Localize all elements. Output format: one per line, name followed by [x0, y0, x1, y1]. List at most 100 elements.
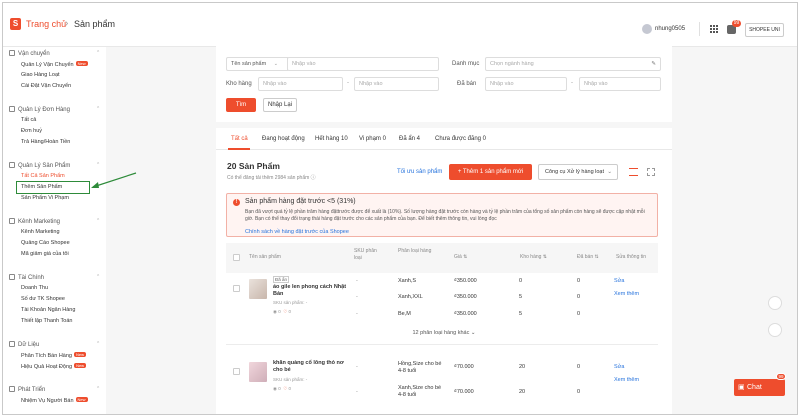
view-more-link[interactable]: Xem thêm	[614, 377, 639, 383]
info-icon: ⓘ	[310, 175, 316, 181]
stock-min-input[interactable]: Nhập vào	[258, 77, 343, 91]
category-label: Danh mục	[452, 61, 480, 67]
category-select[interactable]: Chọn ngành hàng ✎	[485, 57, 661, 71]
edit-link[interactable]: Sửa	[614, 278, 624, 284]
tab-out-of-stock[interactable]: Hết hàng 10	[315, 136, 348, 142]
sidebar-item-bulk-shipping[interactable]: Giao Hàng Loạt	[21, 72, 60, 78]
tab-active[interactable]: Đang hoạt động	[262, 136, 305, 142]
product-name-input[interactable]: Nhập vào	[287, 57, 439, 71]
row-checkbox[interactable]	[233, 368, 240, 375]
add-product-button[interactable]: + Thêm 1 sản phẩm mới	[449, 164, 532, 180]
sidebar-section-products[interactable]: Quản Lý Sản Phẩm ⌃	[9, 162, 100, 169]
notification-badge: 99	[732, 20, 741, 27]
avatar[interactable]	[642, 24, 652, 34]
growth-icon	[9, 386, 15, 392]
apps-grid-icon[interactable]	[710, 25, 718, 33]
sidebar-item-cancelled[interactable]: Đơn huỷ	[21, 128, 42, 134]
tab-all[interactable]: Tất cả	[231, 136, 248, 142]
chevron-up-icon: ⌃	[96, 274, 101, 280]
more-variants-toggle[interactable]: 12 phân loại hàng khác ⌄	[216, 330, 672, 336]
variant-stock: 20	[519, 389, 526, 395]
range-dash: -	[347, 80, 349, 86]
sidebar-item-all-orders[interactable]: Tất cả	[21, 117, 36, 123]
sidebar-item-revenue[interactable]: Doanh Thu	[21, 285, 48, 291]
shopee-logo-icon[interactable]: S	[10, 18, 21, 30]
sidebar-item-marketing[interactable]: Kênh Marketing	[21, 229, 60, 235]
sidebar-item-violations[interactable]: Sản Phẩm Vi Phạm	[21, 195, 69, 201]
sidebar-item-shipping-settings[interactable]: Cài Đặt Vận Chuyển	[21, 83, 71, 89]
search-button[interactable]: Tìm	[226, 98, 256, 112]
tab-violations[interactable]: Vi phạm 0	[359, 136, 386, 142]
chevron-down-icon: ⌄	[273, 61, 278, 67]
select-all-checkbox[interactable]	[233, 254, 240, 261]
variant-name: Xanh,Size cho bé 4-8 tuổi	[398, 385, 442, 398]
home-link[interactable]: Trang chủ	[26, 19, 66, 29]
column-header: Tên sản phẩm	[249, 254, 281, 260]
sidebar-item-vouchers[interactable]: Mã giảm giá của tôi	[21, 251, 69, 257]
product-name-select[interactable]: Tên sản phẩm ⌄	[226, 57, 288, 71]
sidebar-item-bank-account[interactable]: Tài Khoản Ngân Hàng	[21, 307, 75, 313]
status-tabs: Tất cả Đang hoạt động Hết hàng 10 Vi phạ…	[216, 128, 672, 150]
product-count-title: 20 Sản Phẩm	[227, 161, 280, 171]
sidebar-section-shipping[interactable]: Vận chuyển ⌃	[9, 50, 100, 57]
tab-hidden[interactable]: Đã ẩn 4	[399, 136, 420, 142]
sidebar-item-ads[interactable]: Quảng Cáo Shopee	[21, 240, 70, 246]
chevron-up-icon: ⌃	[96, 106, 101, 112]
product-thumbnail[interactable]	[249, 279, 267, 299]
column-header: Giá ⇅	[454, 254, 468, 260]
product-name[interactable]: Đã ẩn áo gile len phong cách Nhật Bản	[273, 276, 353, 298]
chat-button[interactable]: ▣ Chat	[734, 379, 785, 396]
preorder-policy-link[interactable]: Chính sách về hàng đặt trước của Shopee	[245, 229, 349, 235]
megaphone-icon	[9, 218, 15, 224]
app-frame: S Trang chủ › Sản phẩm nhung0505 99 SHOP…	[2, 2, 798, 415]
sidebar-item-shipping-manage[interactable]: Quản Lý Vận Chuyển New	[21, 61, 88, 68]
sidebar-section-growth[interactable]: Phát Triển ⌃	[9, 386, 100, 393]
variant-name: Be,M	[398, 311, 411, 317]
sidebar-item-returns[interactable]: Trả Hàng/Hoàn Tiền	[21, 139, 70, 145]
stock-max-input[interactable]: Nhập vào	[354, 77, 439, 91]
sidebar-item-sales-analytics[interactable]: Phân Tích Bán Hàng New	[21, 352, 86, 359]
sold-min-input[interactable]: Nhập vào	[485, 77, 567, 91]
shop-button[interactable]: SHOPEE UNI	[745, 23, 784, 37]
sidebar-item-seller-missions[interactable]: Nhiệm Vụ Người Bán New	[21, 397, 88, 404]
column-header: Sửa thông tin	[616, 254, 647, 260]
variant-stock: 5	[519, 311, 523, 317]
product-name[interactable]: khăn quàng cổ lông thỏ nơ cho bé	[273, 360, 349, 374]
top-bar: S Trang chủ › Sản phẩm nhung0505 99 SHOP…	[3, 3, 797, 47]
sold-max-input[interactable]: Nhập vào	[579, 77, 661, 91]
product-thumbnail[interactable]	[249, 362, 267, 382]
sidebar-item-balance[interactable]: Số dư TK Shopee	[21, 296, 65, 302]
tab-unpublished[interactable]: Chưa được đăng 0	[435, 136, 486, 142]
edit-link[interactable]: Sửa	[614, 364, 624, 370]
variant-sold: 0	[577, 294, 581, 300]
sidebar-section-finance[interactable]: Tài Chính ⌃	[9, 274, 100, 281]
chevron-up-icon: ⌃	[96, 218, 101, 224]
variant-name: Xanh,XXL	[398, 294, 423, 300]
sku-variant: -	[356, 278, 358, 284]
optimize-products-link[interactable]: Tối ưu sản phẩm	[397, 169, 442, 175]
sidebar-item-all-products[interactable]: Tất Cả Sản Phẩm	[21, 173, 65, 179]
variant-price: ₫350.000	[454, 278, 477, 284]
page-title: Sản phẩm	[74, 19, 116, 29]
support-icon[interactable]	[768, 323, 782, 337]
bulk-tools-button[interactable]: Công cụ Xử lý hàng loạt ⌄	[538, 164, 618, 180]
reset-button[interactable]: Nhập Lại	[263, 98, 297, 112]
view-more-link[interactable]: Xem thêm	[614, 291, 639, 297]
wallet-icon	[9, 274, 15, 280]
sidebar-section-data[interactable]: Dữ Liệu ⌃	[9, 341, 100, 348]
sidebar-item-payment-settings[interactable]: Thiết lập Thanh Toán	[21, 318, 72, 324]
product-list-panel: Tất cả Đang hoạt động Hết hàng 10 Vi phạ…	[216, 128, 672, 414]
sidebar-section-orders[interactable]: Quản Lý Đơn Hàng ⌃	[9, 106, 100, 113]
username[interactable]: nhung0505	[655, 26, 685, 32]
grid-view-icon[interactable]	[647, 168, 655, 176]
sidebar-item-performance[interactable]: Hiệu Quả Hoạt Động New	[21, 363, 87, 370]
active-tab-indicator	[228, 148, 250, 150]
row-checkbox[interactable]	[233, 285, 240, 292]
message-icon[interactable]	[768, 296, 782, 310]
heart-icon: ♡	[283, 309, 288, 314]
sidebar-section-marketing[interactable]: Kênh Marketing ⌃	[9, 218, 100, 225]
truck-icon	[9, 50, 15, 56]
list-view-icon[interactable]	[629, 168, 638, 176]
annotation-highlight-box	[16, 181, 90, 194]
column-header: SKU phân loại	[354, 248, 377, 261]
